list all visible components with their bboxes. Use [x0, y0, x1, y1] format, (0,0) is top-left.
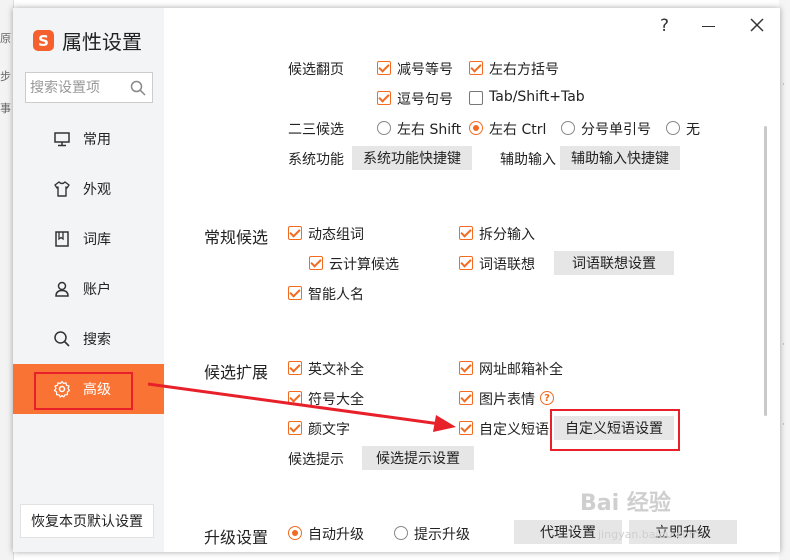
second-third-label: 二三候选: [288, 122, 344, 138]
upgrade-settings-title: 升级设置: [204, 528, 269, 547]
checkbox-dynamic-words[interactable]: [288, 226, 302, 240]
checkbox-kaomoji[interactable]: [288, 421, 302, 435]
regular-candidates-title: 常规候选: [204, 228, 269, 247]
background-mark: ·: [782, 340, 785, 350]
option-label: 分号单引号: [581, 122, 651, 138]
option-label: 颜文字: [308, 422, 350, 438]
candidate-hint-label: 候选提示: [288, 452, 344, 468]
radio-prompt-upgrade[interactable]: [394, 526, 408, 540]
option-label: 提示升级: [414, 527, 470, 543]
system-shortcut-button[interactable]: 系统功能快捷键: [352, 146, 472, 170]
option-label: 左右方括号: [489, 62, 559, 78]
minimize-icon[interactable]: [702, 26, 715, 27]
checkbox-url-email-completion[interactable]: [459, 361, 473, 375]
radio-semicolon-quote[interactable]: [561, 121, 575, 135]
checkbox-comma-period[interactable]: [377, 91, 391, 105]
sidebar-item-account[interactable]: 账户: [13, 264, 164, 314]
settings-content: 候选翻页 减号等号 左右方括号 逗号句号 Tab/Shift+Tab 二三候选 …: [164, 8, 780, 552]
option-label: 自动升级: [308, 527, 364, 543]
checkbox-custom-phrases[interactable]: [459, 421, 473, 435]
sidebar-item-search[interactable]: 搜索: [13, 314, 164, 364]
checkbox-word-association[interactable]: [459, 256, 473, 270]
close-icon[interactable]: [750, 18, 764, 32]
aux-shortcut-button[interactable]: 辅助输入快捷键: [560, 146, 680, 170]
option-label: 逗号句号: [397, 92, 453, 108]
candidate-extension-title: 候选扩展: [204, 363, 269, 382]
annotation-highlight-phrase-settings: [550, 409, 680, 451]
option-label: 左右 Ctrl: [489, 122, 547, 138]
help-icon[interactable]: ?: [660, 16, 669, 36]
search-icon[interactable]: [130, 80, 146, 96]
option-label: 英文补全: [308, 362, 364, 378]
checkbox-english-completion[interactable]: [288, 361, 302, 375]
restore-defaults-button[interactable]: 恢复本页默认设置: [20, 504, 154, 538]
checkbox-minus-equal[interactable]: [377, 61, 391, 75]
background-text: 原: [0, 32, 11, 45]
option-label: 云计算候选: [329, 257, 399, 273]
option-label: 左右 Shift: [397, 122, 462, 138]
sidebar-item-lexicon[interactable]: 词库: [13, 214, 164, 264]
background-app-left: 原 步 事: [0, 0, 14, 560]
search-box[interactable]: [25, 72, 153, 103]
word-association-settings-button[interactable]: 词语联想设置: [554, 251, 674, 275]
app-header: S 属性设置: [33, 26, 142, 55]
checkbox-cloud-candidates[interactable]: [309, 256, 323, 270]
background-text: 事: [0, 102, 11, 115]
radio-auto-upgrade[interactable]: [288, 526, 302, 540]
background-mark: ·: [782, 420, 785, 430]
option-label: 拆分输入: [479, 227, 535, 243]
monitor-icon: [54, 132, 70, 147]
option-label: 符号大全: [308, 392, 364, 408]
sidebar: S 属性设置 常用 外观: [13, 8, 164, 552]
checkbox-smart-names[interactable]: [288, 286, 302, 300]
aux-input-label: 辅助输入: [500, 152, 556, 168]
sogou-logo-icon: S: [33, 30, 54, 51]
checkbox-tab-shift-tab[interactable]: [469, 91, 483, 105]
search-input[interactable]: [30, 79, 126, 96]
sidebar-item-general[interactable]: 常用: [13, 114, 164, 164]
sidebar-item-label: 搜索: [83, 332, 111, 348]
option-label: 智能人名: [308, 287, 364, 303]
help-question-icon[interactable]: ?: [540, 391, 554, 405]
option-label: 减号等号: [397, 62, 453, 78]
sidebar-item-label: 外观: [83, 182, 111, 198]
checkbox-split-input[interactable]: [459, 226, 473, 240]
baidu-watermark-url: jingyan.baidu.com: [598, 528, 700, 541]
scrollbar[interactable]: [764, 126, 767, 416]
option-label: 词语联想: [479, 257, 535, 273]
sidebar-item-appearance[interactable]: 外观: [13, 164, 164, 214]
page-turn-label: 候选翻页: [288, 62, 344, 78]
checkbox-symbols[interactable]: [288, 391, 302, 405]
checkbox-brackets[interactable]: [469, 61, 483, 75]
background-mark: ·: [782, 80, 785, 90]
option-label: 图片表情: [479, 392, 535, 408]
book-icon: [55, 231, 69, 247]
checkbox-sticker-images[interactable]: [459, 391, 473, 405]
option-label: 网址邮箱补全: [479, 362, 563, 378]
settings-window: S 属性设置 常用 外观: [13, 8, 780, 552]
background-app-right: · · ·: [779, 0, 790, 560]
tshirt-icon: [54, 181, 70, 197]
sidebar-item-label: 账户: [83, 282, 111, 298]
radio-ctrl[interactable]: [469, 121, 483, 135]
system-function-label: 系统功能: [288, 152, 344, 168]
candidate-hint-settings-button[interactable]: 候选提示设置: [362, 446, 474, 470]
baidu-watermark: Bai 经验: [580, 491, 671, 516]
sidebar-item-label: 词库: [83, 232, 111, 248]
option-label: 无: [686, 122, 700, 138]
option-label: 自定义短语: [479, 422, 549, 438]
sidebar-item-label: 常用: [83, 132, 111, 148]
user-icon: [55, 281, 69, 297]
radio-shift[interactable]: [377, 121, 391, 135]
annotation-highlight-advanced: [34, 372, 133, 410]
search-icon: [54, 331, 70, 347]
background-text: 步: [0, 70, 11, 83]
radio-none[interactable]: [666, 121, 680, 135]
option-label: 动态组词: [308, 227, 364, 243]
option-label: Tab/Shift+Tab: [489, 89, 585, 105]
app-title: 属性设置: [62, 30, 142, 54]
